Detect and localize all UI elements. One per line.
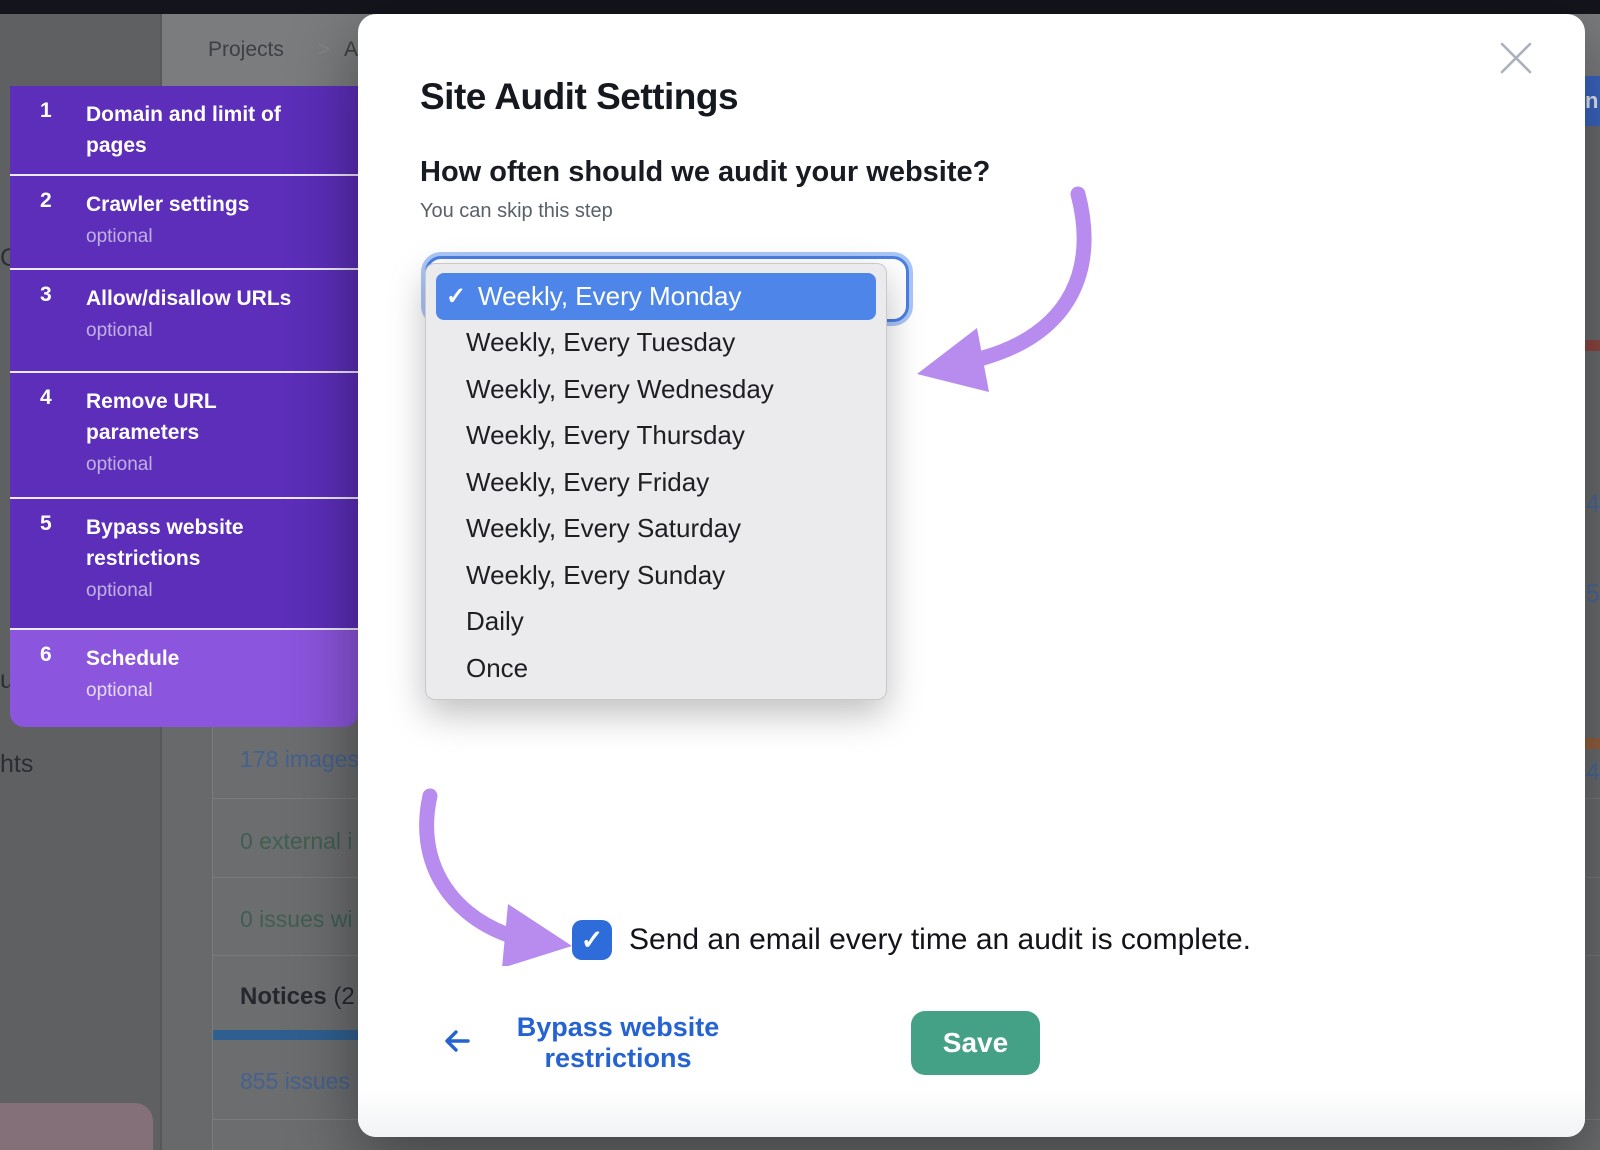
menu-option-weekly-saturday[interactable]: Weekly, Every Saturday [426,506,886,553]
step-title: Domain and limit of pages [86,99,358,174]
breadcrumb-current: A [344,38,358,62]
bg-row-178-images[interactable]: 178 images [240,746,359,773]
step-schedule-active[interactable]: 6 Schedule optional [10,630,358,727]
email-checkbox[interactable]: ✓ [572,920,612,960]
bg-pink-panel [0,1103,153,1150]
breadcrumb-projects[interactable]: Projects [208,38,284,62]
bg-row-notices: Notices (2 [240,983,355,1011]
menu-option-label: Weekly, Every Monday [478,281,741,312]
site-audit-settings-modal: Site Audit Settings How often should we … [358,14,1585,1137]
check-icon: ✓ [446,282,474,311]
step-title: Remove URL parameters [86,390,217,444]
step-number: 4 [10,386,86,497]
schedule-question: How often should we audit your website? [420,156,990,189]
menu-option-weekly-monday[interactable]: ✓ Weekly, Every Monday [436,273,876,320]
menu-option-weekly-wednesday[interactable]: Weekly, Every Wednesday [426,366,886,413]
step-text: Schedule optional [86,643,358,727]
arrow-left-icon[interactable] [443,1027,471,1055]
menu-option-label: Weekly, Every Sunday [466,560,725,591]
menu-option-weekly-tuesday[interactable]: Weekly, Every Tuesday [426,320,886,367]
step-number: 1 [10,99,86,174]
menu-option-label: Weekly, Every Tuesday [466,327,735,358]
menu-option-once[interactable]: Once [426,645,886,692]
menu-option-label: Weekly, Every Friday [466,467,709,498]
bg-number-fragment: 5 [1586,580,1600,609]
menu-option-weekly-sunday[interactable]: Weekly, Every Sunday [426,552,886,599]
bg-blue-button-fragment[interactable]: np [1585,76,1600,126]
site-audit-settings-screen: Projects > A C u hts 178 images 0 extern… [0,0,1600,1150]
step-optional-label: optional [86,225,358,249]
check-icon: ✓ [581,925,604,956]
step-optional-label: optional [86,319,358,343]
step-text: Crawler settings optional [86,189,358,268]
email-notification-row: ✓ Send an email every time an audit is c… [572,920,1251,960]
bypass-website-restrictions-link[interactable]: Bypass website restrictions [508,1012,728,1074]
step-title: Bypass website restrictions [86,516,244,570]
step-number: 2 [10,189,86,268]
breadcrumb-chevron-icon: > [318,38,330,62]
menu-option-label: Once [466,653,528,684]
cutoff-text-hts: hts [0,750,33,779]
menu-option-label: Weekly, Every Thursday [466,420,745,451]
bg-row-855-issues[interactable]: 855 issues [240,1068,350,1095]
step-number: 3 [10,283,86,371]
wizard-steps-sidebar: 1 Domain and limit of pages 2 Crawler se… [10,86,358,727]
modal-title: Site Audit Settings [420,76,738,118]
step-number: 6 [10,643,86,727]
step-optional-label: optional [86,579,358,603]
modal-footer-band [358,1087,1585,1137]
step-title: Allow/disallow URLs [86,287,291,310]
browser-top-bar [0,0,1600,14]
menu-option-label: Weekly, Every Saturday [466,513,741,544]
step-text: Remove URL parameters optional [86,386,358,497]
step-allow-disallow-urls[interactable]: 3 Allow/disallow URLs optional [10,270,358,373]
notices-progress-bar [213,1030,359,1040]
step-optional-label: optional [86,679,358,703]
step-optional-label: optional [86,453,358,477]
bg-row-0-external[interactable]: 0 external i [240,828,353,855]
skip-step-note: You can skip this step [420,200,613,223]
step-title: Crawler settings [86,193,249,216]
menu-option-label: Daily [466,606,524,637]
notices-count: (2 [327,983,355,1010]
step-text: Bypass website restrictions optional [86,512,358,628]
menu-option-weekly-friday[interactable]: Weekly, Every Friday [426,459,886,506]
save-button[interactable]: Save [911,1011,1040,1075]
email-checkbox-label: Send an email every time an audit is com… [629,923,1251,957]
step-crawler-settings[interactable]: 2 Crawler settings optional [10,176,358,270]
step-remove-url-parameters[interactable]: 4 Remove URL parameters optional [10,373,358,499]
step-bypass-website-restrictions[interactable]: 5 Bypass website restrictions optional [10,499,358,630]
bg-orange-bar-fragment [1585,738,1600,749]
step-domain-and-limit[interactable]: 1 Domain and limit of pages [10,86,358,176]
bg-red-bar-fragment [1585,340,1600,351]
schedule-dropdown-menu: ✓ Weekly, Every Monday Weekly, Every Tue… [425,263,887,700]
menu-option-daily[interactable]: Daily [426,599,886,646]
close-icon[interactable] [1496,38,1536,78]
step-text: Allow/disallow URLs optional [86,283,358,371]
bg-row-0-issues[interactable]: 0 issues wi [240,906,352,933]
step-title: Schedule [86,647,179,670]
menu-option-weekly-thursday[interactable]: Weekly, Every Thursday [426,413,886,460]
menu-option-label: Weekly, Every Wednesday [466,374,774,405]
bg-number-fragment: 4 [1586,490,1600,519]
bg-number-fragment: 4 [1586,758,1600,787]
step-number: 5 [10,512,86,628]
